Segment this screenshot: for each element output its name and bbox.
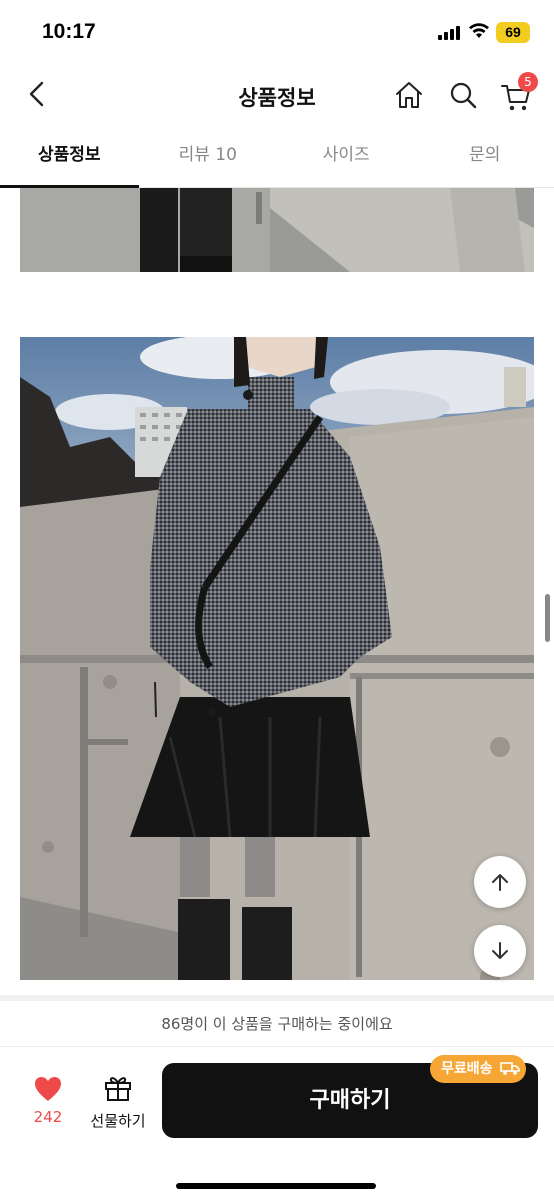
tab-reviews[interactable]: 리뷰 10 [139,126,278,187]
home-indicator [176,1183,376,1189]
product-photo-model [20,337,534,980]
arrow-down-icon [492,942,508,959]
battery-level: 69 [496,22,530,43]
status-time: 10:17 [42,20,96,43]
free-shipping-label: 무료배송 [441,1061,493,1077]
like-button[interactable]: 242 [24,1076,72,1126]
purchase-activity-notice: 86명이 이 상품을 구매하는 중이에요 [0,1001,554,1047]
tab-inquiry[interactable]: 문의 [416,126,554,187]
cart-count-badge: 5 [518,72,538,92]
status-bar: 10:17 69 [0,0,554,64]
product-photo-previous [20,188,534,272]
gift-button[interactable]: 선물하기 [86,1074,150,1131]
scroll-down-button[interactable] [474,925,526,977]
product-tabs: 상품정보 리뷰 10 사이즈 문의 [0,126,554,188]
gift-label: 선물하기 [90,1112,146,1130]
tab-size[interactable]: 사이즈 [277,126,416,187]
arrow-up-icon [492,874,508,891]
scroll-up-button[interactable] [474,856,526,908]
scrollbar-thumb[interactable] [545,594,550,642]
truck-icon [500,1062,520,1075]
cellular-signal-icon [438,26,460,40]
like-count: 242 [33,1108,63,1126]
tab-product-info[interactable]: 상품정보 [0,126,139,188]
product-detail-screen: 10:17 69 상품정보 5 상품정보 리뷰 10 사이즈 문의 86명이 이… [0,0,554,1200]
gift-icon [105,1077,131,1101]
top-nav-bar: 상품정보 5 [0,64,554,126]
search-icon[interactable] [448,80,478,110]
home-icon[interactable] [394,80,424,110]
free-shipping-badge: 무료배송 [430,1055,526,1083]
wifi-icon [469,23,489,38]
heart-icon [35,1077,61,1101]
